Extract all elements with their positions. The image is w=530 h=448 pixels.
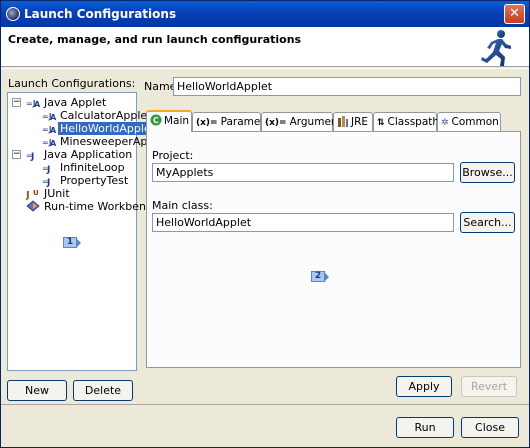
tab-common[interactable]: ✲ Common (437, 112, 501, 131)
svg-text:A: A (50, 126, 57, 135)
title-bar: Launch Configurations ✕ (1, 1, 529, 27)
name-field[interactable] (173, 77, 521, 96)
search-button[interactable]: Search... (460, 212, 515, 233)
tree-label-helloworld-applet: HelloWorldApplet (58, 122, 158, 135)
collapse-java-applet-toggle[interactable]: − (12, 98, 21, 107)
classpath-tab-icon: ⇅ (377, 118, 385, 128)
tree-label-java-applet: Java Applet (44, 96, 107, 109)
collapse-java-application-toggle[interactable]: − (12, 150, 21, 159)
runner-icon (481, 30, 511, 66)
tab-main[interactable]: C Main (146, 110, 192, 132)
svg-text:U: U (33, 189, 39, 197)
svg-text:A: A (34, 100, 41, 109)
svg-text:J: J (46, 178, 50, 187)
java-application-icon: = J (26, 151, 34, 161)
close-window-button[interactable]: ✕ (504, 4, 525, 24)
close-button[interactable]: Close (461, 417, 519, 438)
main-class-field[interactable] (152, 213, 454, 232)
main-tab-panel: Project: Browse... Main class: Search...… (146, 131, 521, 368)
tab-parameters[interactable]: (x)= Parameters (192, 112, 281, 131)
svg-text:J: J (30, 152, 34, 161)
banner-divider (1, 68, 529, 69)
tab-classpath-label: Classpath (387, 116, 440, 128)
callout-marker-2: 2 (311, 271, 329, 282)
apply-button[interactable]: Apply (396, 376, 452, 397)
banner-description: Create, manage, and run launch configura… (8, 33, 302, 46)
banner: Create, manage, and run launch configura… (1, 27, 529, 67)
tab-classpath[interactable]: ⇅ Classpath (373, 112, 440, 131)
footer-divider (1, 404, 529, 405)
svg-text:A: A (50, 113, 57, 122)
workbench-icon (26, 200, 40, 212)
java-applet-icon: =J A (42, 138, 57, 148)
tree-label-junit: JUnit (44, 187, 70, 200)
project-label: Project: (152, 149, 194, 162)
java-application-icon: = J (42, 177, 50, 187)
tree-label-calculator-applet: CalculatorApplet (60, 109, 152, 122)
main-class-label: Main class: (152, 199, 213, 212)
java-applet-icon: =J A (42, 112, 57, 122)
callout-marker-1: 1 (63, 237, 81, 248)
svg-text:J: J (26, 190, 30, 200)
launch-configurations-label: Launch Configurations: (8, 77, 136, 90)
tree-label-infinite-loop: InfiniteLoop (60, 161, 125, 174)
junit-icon: J U (26, 189, 39, 200)
jre-tab-icon (338, 116, 348, 127)
tab-arguments[interactable]: (x)= Arguments (261, 112, 347, 131)
tree-label-java-application: Java Application (44, 148, 133, 161)
tab-jre-label: JRE (351, 116, 369, 128)
tree-label-runtime-workbench: Run-time Workbench (44, 200, 160, 213)
configuration-tree[interactable]: − =J A Java Applet =J A CalculatorApplet… (7, 92, 168, 371)
new-button[interactable]: New (7, 380, 67, 401)
delete-button[interactable]: Delete (73, 380, 133, 401)
project-field[interactable] (152, 163, 454, 182)
tab-jre[interactable]: JRE (333, 112, 373, 131)
parameters-tab-icon: (x)= (196, 118, 218, 128)
tab-common-label: Common (451, 116, 499, 128)
eclipse-icon (6, 7, 20, 21)
tab-strip: C Main (x)= Parameters (x)= Arguments JRE … (146, 110, 521, 132)
tree-label-property-test: PropertyTest (60, 174, 129, 187)
svg-text:C: C (153, 116, 159, 125)
launch-configurations-dialog: Launch Configurations ✕ Create, manage, … (0, 0, 530, 448)
java-applet-icon: =J A (42, 125, 57, 135)
java-application-icon: = J (42, 164, 50, 174)
revert-button[interactable]: Revert (461, 376, 517, 397)
browse-button[interactable]: Browse... (460, 162, 515, 183)
common-tab-icon: ✲ (441, 118, 449, 128)
arguments-tab-icon: (x)= (265, 118, 287, 128)
java-applet-icon: =J A (26, 99, 41, 109)
tab-main-label: Main (164, 115, 190, 127)
svg-text:A: A (50, 139, 57, 148)
main-tab-icon: C (150, 114, 162, 126)
run-button[interactable]: Run (396, 417, 454, 438)
svg-text:J: J (46, 165, 50, 174)
window-title: Launch Configurations (24, 7, 177, 21)
